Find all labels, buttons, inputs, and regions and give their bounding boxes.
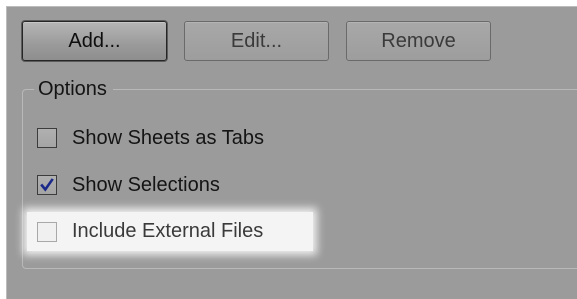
include-external-files-label: Include External Files	[72, 220, 264, 242]
check-icon	[40, 178, 54, 192]
options-panel: Add... Edit... Remove Options Show Sheet…	[6, 6, 577, 299]
show-selections-option[interactable]: Show Selections	[37, 170, 220, 200]
show-sheets-as-tabs-option[interactable]: Show Sheets as Tabs	[37, 123, 264, 153]
show-selections-checkbox[interactable]	[37, 175, 57, 195]
show-sheets-as-tabs-label: Show Sheets as Tabs	[72, 126, 264, 149]
remove-button[interactable]: Remove	[346, 21, 491, 61]
add-button[interactable]: Add...	[22, 21, 167, 61]
options-group-title: Options	[34, 77, 113, 101]
include-external-files-option[interactable]: Include External Files	[27, 212, 313, 251]
show-selections-label: Show Selections	[72, 173, 220, 196]
edit-button[interactable]: Edit...	[184, 21, 329, 61]
show-sheets-as-tabs-checkbox[interactable]	[37, 128, 57, 148]
include-external-files-checkbox[interactable]	[37, 221, 57, 242]
